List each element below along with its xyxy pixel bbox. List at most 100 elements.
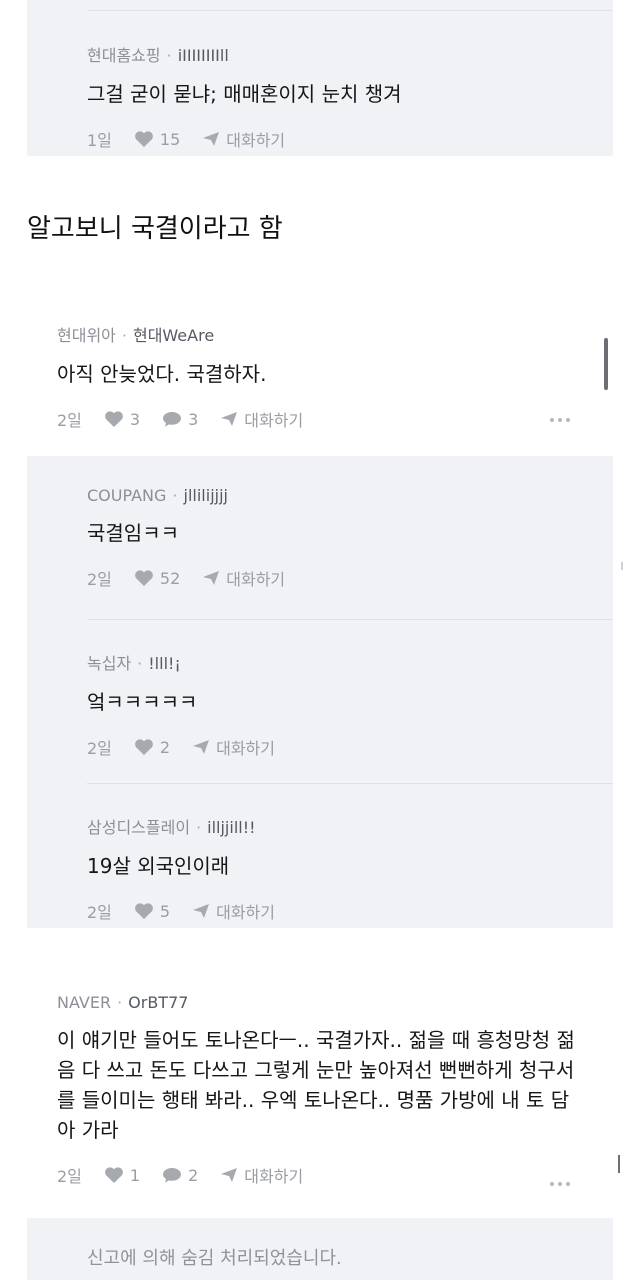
like-button[interactable]: 3 xyxy=(104,410,140,429)
reply-label: 대화하기 xyxy=(226,131,286,150)
reply-label: 대화하기 xyxy=(226,570,286,589)
reply-button[interactable]: 대화하기 xyxy=(202,566,285,590)
company-name[interactable]: COUPANG xyxy=(87,486,166,505)
heart-icon xyxy=(135,739,153,755)
like-count: 2 xyxy=(159,737,171,757)
reply-button[interactable]: 대화하기 xyxy=(192,735,275,759)
reply-label: 대화하기 xyxy=(216,739,275,758)
heart-icon xyxy=(105,411,123,427)
comment-text: 19살 외국인이래 xyxy=(87,854,230,878)
like-count: 5 xyxy=(159,901,171,921)
paper-plane-icon xyxy=(221,1168,238,1182)
comment-text: 그걸 굳이 묻냐; 매매혼이지 눈치 챙겨 xyxy=(87,82,402,106)
meta-separator: · xyxy=(121,326,127,345)
comment-actions: 2일 5 대화하기 xyxy=(87,899,297,923)
comment-c3: NAVER · OrBT77 이 얘기만 들어도 토나온다ㅡ.. 국결가자.. … xyxy=(57,993,587,1187)
comment-meta: COUPANG · jllilijjjj xyxy=(87,486,307,505)
edge-mark xyxy=(618,1155,620,1173)
like-count: 52 xyxy=(159,568,181,588)
reply-label: 대화하기 xyxy=(244,411,304,430)
speech-bubble-icon xyxy=(163,412,182,427)
divider xyxy=(87,10,613,11)
comment-meta: 삼성디스플레이 · illjjill!! xyxy=(87,814,297,838)
comment-meta: 현대위아 · 현대WeAre xyxy=(57,322,325,346)
comment-actions: 2일 3 3 대화하기 xyxy=(57,407,325,431)
edge-mark xyxy=(621,562,623,570)
timestamp: 2일 xyxy=(57,1167,82,1186)
reply-r3: 삼성디스플레이 · illjjill!! 19살 외국인이래 2일 5 대화하기 xyxy=(87,814,297,923)
comments-button[interactable]: 2 xyxy=(162,1166,198,1185)
timestamp: 1일 xyxy=(87,131,112,150)
reply-button[interactable]: 대화하기 xyxy=(202,127,285,151)
comment-text: 엌ㅋㅋㅋㅋㅋ xyxy=(87,690,198,714)
reply-block-top: 현대홈쇼핑 · iIIIIIIIIll 그걸 굳이 묻냐; 매매혼이지 눈치 챙… xyxy=(27,0,613,156)
paper-plane-icon xyxy=(203,132,220,146)
like-button[interactable]: 5 xyxy=(134,902,170,921)
heart-icon xyxy=(135,131,153,147)
heart-icon xyxy=(135,903,153,919)
meta-separator: · xyxy=(172,486,178,505)
meta-separator: · xyxy=(117,993,123,1012)
comments-button[interactable]: 3 xyxy=(162,410,198,429)
comment-meta: NAVER · OrBT77 xyxy=(57,993,587,1012)
like-button[interactable]: 15 xyxy=(134,130,180,149)
comment-text: 국결임ㅋㅋ xyxy=(87,521,179,545)
timestamp: 2일 xyxy=(87,739,112,758)
comment-c2: 현대위아 · 현대WeAre 아직 안늦었다. 국결하자. 2일 3 3 대화하… xyxy=(57,322,325,431)
reply-label: 대화하기 xyxy=(244,1167,304,1186)
like-count: 3 xyxy=(129,409,141,429)
paper-plane-icon xyxy=(203,571,220,585)
meta-separator: · xyxy=(166,46,172,65)
speech-bubble-icon xyxy=(163,1168,182,1183)
heart-icon xyxy=(105,1167,123,1183)
paper-plane-icon xyxy=(193,904,210,918)
comment-c1: 현대홈쇼핑 · iIIIIIIIIll 그걸 굳이 묻냐; 매매혼이지 눈치 챙… xyxy=(87,42,402,151)
comment-actions: 2일 1 2 대화하기 xyxy=(57,1163,587,1187)
heart-icon xyxy=(135,570,153,586)
like-button[interactable]: 1 xyxy=(104,1166,140,1185)
user-handle[interactable]: !lll!¡ xyxy=(148,654,181,673)
timestamp: 2일 xyxy=(87,903,112,922)
company-name[interactable]: 현대위아 xyxy=(57,322,116,346)
company-name[interactable]: 현대홈쇼핑 xyxy=(87,42,161,66)
reply-label: 대화하기 xyxy=(216,903,275,922)
hidden-notice: 신고에 의해 숨김 처리되었습니다. xyxy=(87,1248,342,1269)
like-count: 1 xyxy=(129,1165,141,1185)
like-count: 15 xyxy=(159,129,181,149)
reply-button[interactable]: 대화하기 xyxy=(220,407,303,431)
comment-count: 2 xyxy=(188,1165,199,1185)
company-name[interactable]: NAVER xyxy=(57,993,111,1012)
like-button[interactable]: 2 xyxy=(134,738,170,757)
more-dots-icon[interactable] xyxy=(550,1182,570,1186)
comment-count: 3 xyxy=(188,409,199,429)
comment-text: 이 얘기만 들어도 토나온다ㅡ.. 국결가자.. 젊을 때 흥청망청 젊음 다 … xyxy=(57,1028,575,1142)
more-dots-icon[interactable] xyxy=(550,418,570,422)
user-handle[interactable]: illjjill!! xyxy=(207,818,255,837)
user-handle[interactable]: jllilijjjj xyxy=(184,486,228,505)
comment-meta: 녹십자 · !lll!¡ xyxy=(87,650,297,674)
reply-r1: COUPANG · jllilijjjj 국결임ㅋㅋ 2일 52 대화하기 xyxy=(87,486,307,590)
company-name[interactable]: 녹십자 xyxy=(87,650,131,674)
divider xyxy=(87,619,613,620)
meta-separator: · xyxy=(196,818,202,837)
replies-block: COUPANG · jllilijjjj 국결임ㅋㅋ 2일 52 대화하기 녹십… xyxy=(27,456,613,928)
reply-button[interactable]: 대화하기 xyxy=(220,1163,303,1187)
timestamp: 2일 xyxy=(87,570,112,589)
meta-separator: · xyxy=(137,654,143,673)
timestamp: 2일 xyxy=(57,411,82,430)
comment-actions: 2일 2 대화하기 xyxy=(87,735,297,759)
reply-r2: 녹십자 · !lll!¡ 엌ㅋㅋㅋㅋㅋ 2일 2 대화하기 xyxy=(87,650,297,759)
user-handle[interactable]: OrBT77 xyxy=(128,993,188,1012)
paper-plane-icon xyxy=(221,412,238,426)
company-name[interactable]: 삼성디스플레이 xyxy=(87,814,190,838)
reply-button[interactable]: 대화하기 xyxy=(192,899,275,923)
user-handle[interactable]: iIIIIIIIIll xyxy=(178,46,229,65)
comment-actions: 2일 52 대화하기 xyxy=(87,566,307,590)
user-handle[interactable]: 현대WeAre xyxy=(133,322,214,346)
paper-plane-icon xyxy=(193,740,210,754)
scrollbar-thumb[interactable] xyxy=(604,338,608,390)
like-button[interactable]: 52 xyxy=(134,569,180,588)
comment-actions: 1일 15 대화하기 xyxy=(87,127,402,151)
hidden-reply-block: 신고에 의해 숨김 처리되었습니다. xyxy=(27,1218,613,1280)
comment-meta: 현대홈쇼핑 · iIIIIIIIIll xyxy=(87,42,402,66)
